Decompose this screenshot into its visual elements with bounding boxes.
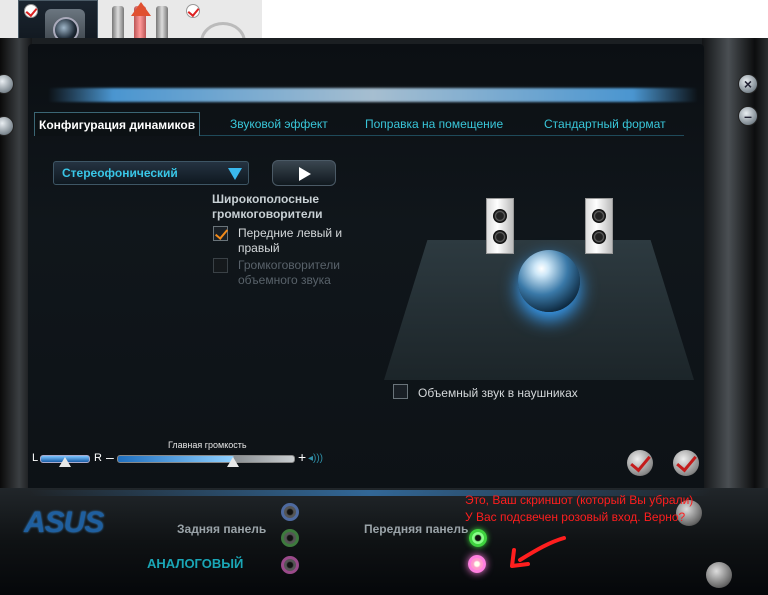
speaker-config-value: Стереофонический [62, 166, 178, 180]
front-lr-label: Передние левый и правый [238, 226, 343, 255]
tab-bar: Конфигурация динамиков Звуковой эффект П… [34, 112, 684, 136]
tab-room-correction[interactable]: Поправка на помещение [365, 112, 503, 136]
front-headphone-jack[interactable] [469, 529, 487, 547]
listener-orb-icon [518, 250, 580, 312]
balance-right-label: R [94, 452, 102, 464]
tab-sound-effect[interactable]: Звуковой эффект [230, 112, 328, 136]
speaker-config-select[interactable]: Стереофонический [53, 161, 249, 185]
front-mic-jack[interactable] [468, 555, 486, 573]
asus-logo: ASUS [24, 506, 104, 539]
rear-line-in-jack[interactable] [281, 503, 299, 521]
rear-panel-label: Задняя панель [177, 522, 267, 536]
check-icon [186, 4, 200, 18]
right-speaker-icon[interactable] [585, 198, 613, 254]
master-volume-slider[interactable] [117, 455, 295, 463]
headphone-surround-label: Объемный звук в наушниках [418, 386, 578, 400]
annotation-line-1: Это, Ваш скриншот (который Вы убрали) [465, 493, 694, 507]
balance-left-label: L [32, 452, 39, 464]
surround-checkbox[interactable] [213, 258, 228, 273]
front-panel-label: Передняя панель [364, 522, 469, 536]
info-icon[interactable] [706, 562, 732, 588]
master-volume-title: Главная громкость [168, 440, 247, 450]
play-test-button[interactable] [272, 160, 336, 186]
annotation-arrow-icon [510, 536, 566, 568]
arrow-up-icon [131, 2, 151, 16]
speaker-volume-icon[interactable]: ◂))) [308, 453, 328, 465]
volume-minus: – [106, 449, 114, 465]
analog-label: АНАЛОГОВЫЙ [147, 556, 244, 571]
tab-default-format[interactable]: Стандартный формат [544, 112, 666, 136]
chevron-down-icon [228, 168, 242, 180]
annotation-line-2: У Вас подсвечен розовый вход. Верно? [465, 510, 686, 524]
tab-speaker-config[interactable]: Конфигурация динамиков [34, 112, 201, 136]
apply-settings-button[interactable] [673, 450, 699, 476]
close-icon[interactable]: × [738, 74, 758, 94]
rear-line-out-jack[interactable] [281, 529, 299, 547]
apply-check-button[interactable] [627, 450, 653, 476]
surround-label: Громкоговорители объемного звука [238, 258, 340, 287]
minimize-icon[interactable]: – [738, 106, 758, 126]
balance-slider-thumb[interactable] [59, 457, 71, 467]
fullrange-speakers-title: Широкополосные громкоговорители [212, 192, 323, 221]
glow-bar [48, 88, 698, 102]
annotation-note: Это, Ваш скриншот (который Вы убрали) У … [465, 492, 735, 526]
left-speaker-icon[interactable] [486, 198, 514, 254]
rear-mic-jack[interactable] [281, 556, 299, 574]
volume-plus: + [298, 449, 307, 465]
headphone-surround-checkbox[interactable] [393, 384, 408, 399]
master-volume-thumb[interactable] [227, 457, 239, 467]
check-icon [24, 4, 38, 18]
front-lr-checkbox[interactable] [213, 226, 228, 241]
